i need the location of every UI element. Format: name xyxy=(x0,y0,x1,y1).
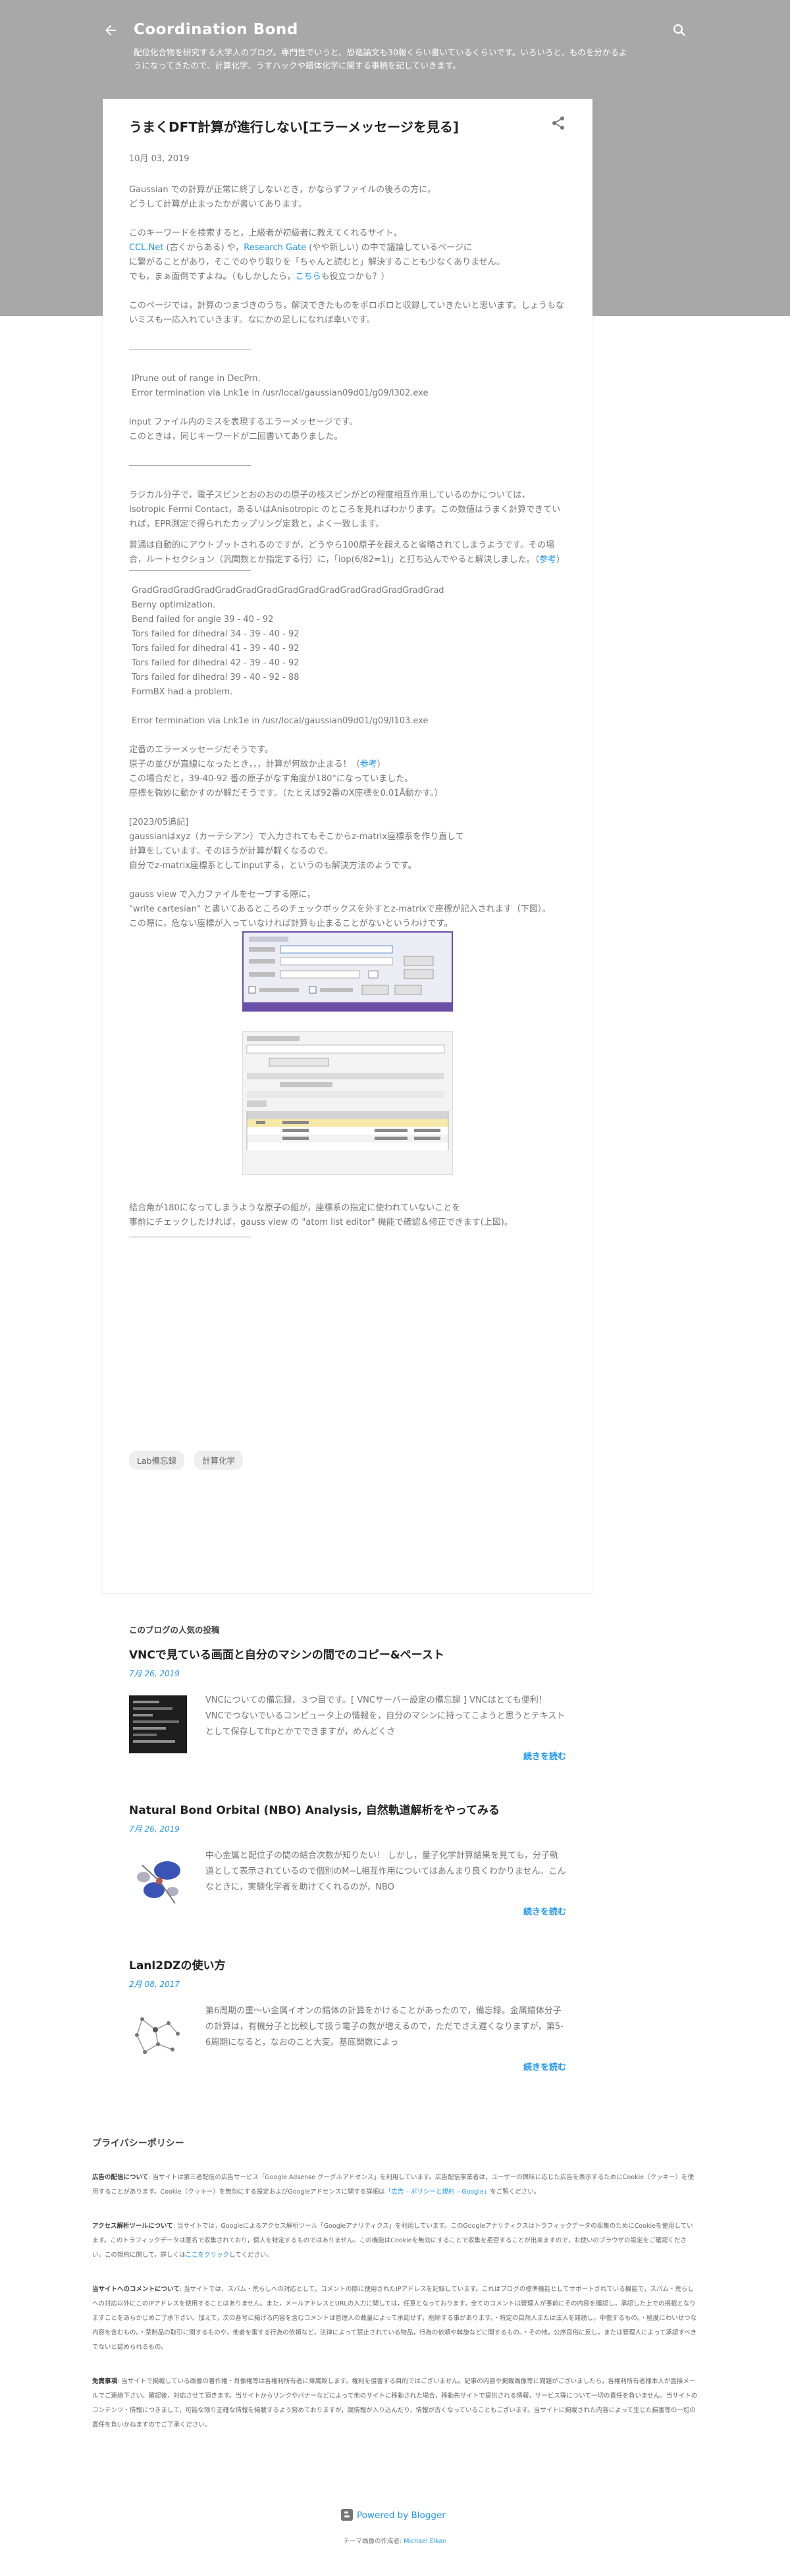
paragraph: gauss view で入力ファイルをセーブする際に， xyxy=(129,890,315,900)
reference-link[interactable]: 参考 xyxy=(539,555,556,565)
read-more-link[interactable]: 続きを読む xyxy=(523,1905,566,1917)
theme-credit: テーマ画像の作成者: Michael Elkan xyxy=(343,2538,447,2545)
paragraph: でも，まぁ面倒ですよね。（もしかしたら，こちらも役立つかも？） xyxy=(129,272,390,282)
code-line: Tors failed for dihedral 34 - 39 - 40 - … xyxy=(132,629,300,639)
paragraph: [2023/05追記] xyxy=(129,817,189,827)
code-line: Error termination via Lnk1e in /usr/loca… xyxy=(132,716,429,726)
paragraph: 計算をしています。そのほうが計算が軽くなるので。 xyxy=(129,846,333,856)
share-icon[interactable] xyxy=(550,115,566,131)
privacy-paragraph: アクセス解析ツールについて: 当サイトでは，Googleによるアクセス解析ツール… xyxy=(92,2223,693,2259)
orbital-thumbnail-icon[interactable] xyxy=(129,1851,187,1909)
divider xyxy=(129,570,251,571)
analytics-terms-link[interactable]: ここをクリック xyxy=(186,2252,230,2259)
blog-title[interactable]: Coordination Bond xyxy=(134,21,298,38)
popular-post: Natural Bond Orbital (NBO) Analysis, 自然軌… xyxy=(129,1802,566,1927)
ccl-link[interactable]: CCL.Net xyxy=(129,243,163,253)
label-chip[interactable]: 計算化学 xyxy=(194,1451,244,1470)
paragraph: "write cartesian" と書いてあるところのチェックボックスを外すと… xyxy=(129,904,551,914)
paragraph: このキーワードを検索すると，上級者が初級者に教えてくれるサイト， xyxy=(129,228,402,238)
paragraph: 普通は自動的にアウトプットされるのですが，どうやら100原子を超えると省略されて… xyxy=(129,540,566,565)
code-line: Bend failed for angle 39 - 40 - 92 xyxy=(132,615,274,625)
code-line: Tors failed for dihedral 42 - 39 - 40 - … xyxy=(132,658,300,668)
paragraph: どうして計算が止まったかが書いてあります。 xyxy=(129,199,307,209)
post-body: Gaussian での計算が正常に終了しないとき，かならずファイルの後ろの方に，… xyxy=(129,183,566,1245)
privacy-paragraph: 広告の配信について: 当サイトは第三者配信の広告サービス「Google Adse… xyxy=(92,2174,695,2196)
popular-post-snippet: 中心金属と配位子の間の結合次数が知りたい！ しかし，量子化学計算結果を見ても，分… xyxy=(205,1851,566,1892)
popular-post-title[interactable]: Natural Bond Orbital (NBO) Analysis, 自然軌… xyxy=(129,1802,566,1819)
paragraph: このページでは，計算のつまづきのうち，解決できたものをボロボロと収録していきたい… xyxy=(129,301,565,325)
privacy-paragraph: 当サイトへのコメントについて: 当サイトでは，スパム・荒らしへの対応として，コメ… xyxy=(92,2286,697,2351)
popular-post-date[interactable]: 7月 26, 2019 xyxy=(129,1823,566,1834)
post-title: うまくDFT計算が進行しない[エラーメッセージを見る] xyxy=(129,119,459,135)
molecule-thumbnail-icon[interactable] xyxy=(129,2006,187,2064)
google-policy-link[interactable]: 「広告 – ポリシーと規約 – Google」 xyxy=(385,2188,490,2196)
paragraph: Gaussian での計算が正常に終了しないとき，かならずファイルの後ろの方に， xyxy=(129,185,436,195)
privacy-heading: プライバシーポリシー xyxy=(92,2138,184,2149)
blog-header: Coordination Bond 配位化合物を研究する大学人のブログ。専門性で… xyxy=(0,0,790,86)
code-line: FormBX had a problem. xyxy=(132,687,233,697)
error-line: IPrune out of range in DecPrn. xyxy=(132,374,261,384)
error-line: Error termination via Lnk1e in /usr/loca… xyxy=(132,388,429,398)
reference-link[interactable]: 参考 xyxy=(360,760,377,769)
popular-post: VNCで見ている画面と自分のマシンの間でのコピー&ペースト 7月 26, 201… xyxy=(129,1647,566,1772)
search-icon[interactable] xyxy=(672,22,687,38)
kochira-link[interactable]: こちら xyxy=(296,272,321,282)
paragraph: 座標を微妙に動かすのが解だそうです。（たとえば92番のX座標を0.01Å動かす。… xyxy=(129,788,443,798)
paragraph: CCL.Net (古くからある) や，Research Gate (やや新しい)… xyxy=(129,243,472,253)
paragraph: この場合だと，39-40-92 番の原子がなす角度が180°になっていました。 xyxy=(129,774,413,784)
read-more-link[interactable]: 続きを読む xyxy=(523,1749,566,1762)
arrow-back-icon[interactable] xyxy=(103,22,118,38)
post-date[interactable]: 10月 03, 2019 xyxy=(129,151,190,164)
theme-author-link[interactable]: Michael Elkan xyxy=(404,2538,446,2545)
read-more-link[interactable]: 続きを読む xyxy=(523,2060,566,2073)
post-labels: Lab備忘録 計算化学 xyxy=(129,1451,250,1470)
paragraph: 定番のエラーメッセージだそうです。 xyxy=(129,745,273,755)
popular-post: Lanl2DZの使い方 2月 08, 2017 第6周期の重〜い金属イオンの錯体… xyxy=(129,1957,566,2082)
code-line: Tors failed for dihedral 39 - 40 - 92 - … xyxy=(132,673,300,683)
label-chip[interactable]: Lab備忘録 xyxy=(129,1451,185,1470)
paragraph: 自分でz-matrix座標系としてinputする，というのも解決方法のようです。 xyxy=(129,861,417,871)
code-line: GradGradGradGradGradGradGradGradGradGrad… xyxy=(132,586,444,596)
paragraph: このときは，同じキーワードが二回書いてありました。 xyxy=(129,432,343,442)
popular-posts-heading: このブログの人気の投稿 xyxy=(129,1625,220,1635)
code-line: Berny optimization. xyxy=(132,600,216,610)
popular-post-snippet: VNCについての備忘録，３つ目です。[ VNCサーバー設定の備忘録 ] VNCは… xyxy=(205,1695,566,1737)
code-line xyxy=(129,700,566,714)
privacy-policy: プライバシーポリシー 広告の配信について: 当サイトは第三者配信の広告サービス「… xyxy=(92,2136,698,2452)
atom-list-editor-image[interactable] xyxy=(242,1031,453,1175)
paragraph: に繋がることがあり，そこでのやり取りを「ちゃんと読むと」解決することも少なくあり… xyxy=(129,257,505,267)
blogger-icon xyxy=(341,2509,353,2521)
divider xyxy=(129,465,251,466)
gaussview-save-dialog-image[interactable] xyxy=(242,931,453,1012)
privacy-paragraph: 免責事項: 当サイトで掲載している画像の著作権・肖像権等は各権利所有者に帰属致し… xyxy=(92,2378,698,2429)
powered-by-blogger-link[interactable]: Powered by Blogger xyxy=(341,2509,446,2522)
paragraph: ラジカル分子で，電子スピンとおのおのの原子の核スピンがどの程度相互作用しているの… xyxy=(129,490,561,529)
paragraph: gaussianはxyz（カーテシアン）で入力されてもそこからz-matrix座… xyxy=(129,832,464,842)
paragraph: 原子の並びが直線になったとき，，，計算が何故か止まる！（参考） xyxy=(129,760,386,769)
paragraph: この際に，危ない座標が入っていなければ計算も止まることがないというわけです。 xyxy=(129,919,453,929)
paragraph: 事前にチェックしたければ，gauss view の "atom list edi… xyxy=(129,1218,513,1227)
researchgate-link[interactable]: Research Gate xyxy=(244,243,306,253)
code-line: Tors failed for dihedral 41 - 39 - 40 - … xyxy=(132,644,300,654)
popular-post-snippet: 第6周期の重〜い金属イオンの錯体の計算をかけることがあったので，備忘録。金属錯体… xyxy=(205,2006,564,2048)
paragraph: input ファイル内のミスを表現するエラーメッセージです。 xyxy=(129,417,358,427)
popular-post-date[interactable]: 7月 26, 2019 xyxy=(129,1668,566,1679)
popular-post-title[interactable]: VNCで見ている画面と自分のマシンの間でのコピー&ペースト xyxy=(129,1647,566,1664)
blog-description: 配位化合物を研究する大学人のブログ。専門性でいうと、恐竜論文も30報くらい書いて… xyxy=(134,47,627,70)
popular-post-title[interactable]: Lanl2DZの使い方 xyxy=(129,1957,566,1974)
popular-post-date[interactable]: 2月 08, 2017 xyxy=(129,1978,566,1990)
paragraph: 結合角が180になってしまうような原子の組が，座標系の指定に使われていないことを xyxy=(129,1203,461,1213)
terminal-thumbnail-icon[interactable] xyxy=(129,1695,187,1753)
